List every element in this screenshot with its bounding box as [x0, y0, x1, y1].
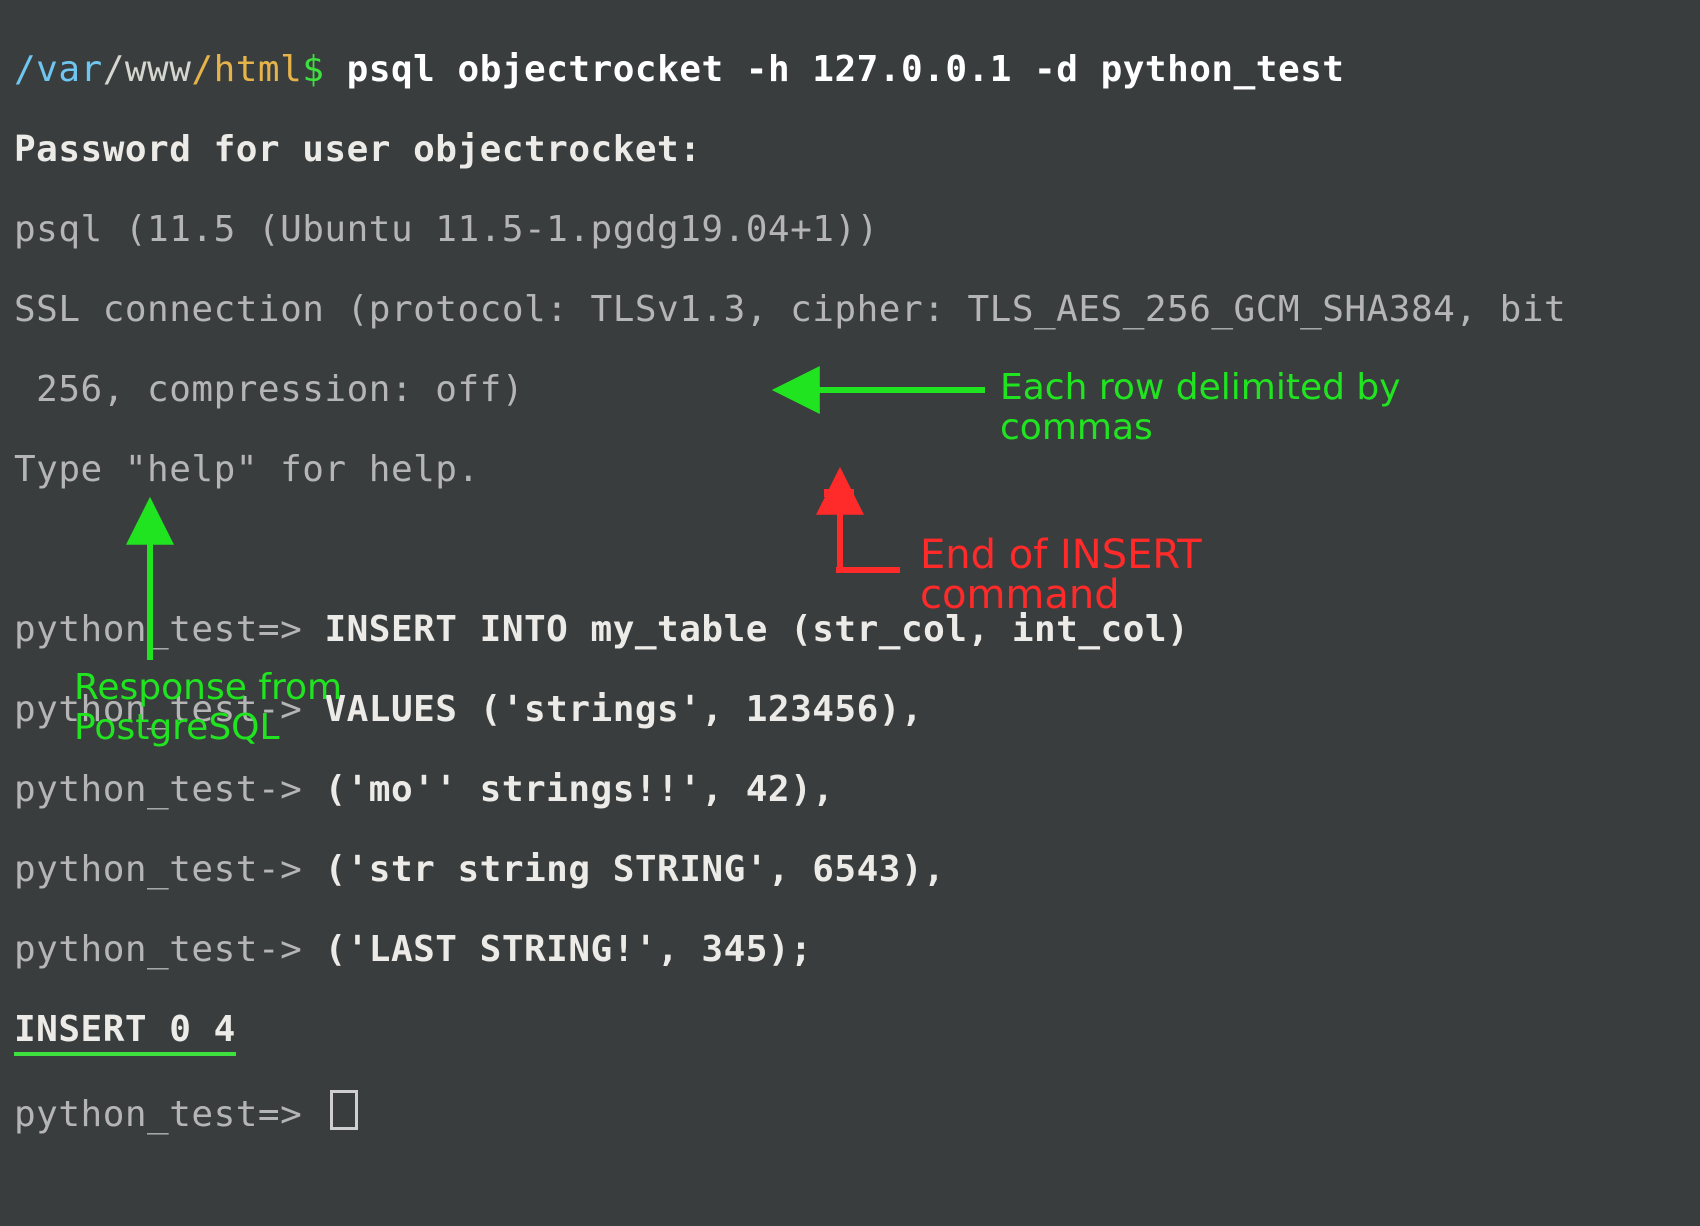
sql-line-4: python_test-> ('str string STRING', 6543… — [14, 850, 1686, 890]
help-line: Type "help" for help. — [14, 450, 1686, 490]
sql-line-5: python_test-> ('LAST STRING!', 345); — [14, 930, 1686, 970]
final-prompt-line[interactable]: python_test=> — [14, 1090, 1686, 1135]
insert-response: INSERT 0 4 — [14, 1009, 236, 1056]
sql-line-1: python_test=> INSERT INTO my_table (str_… — [14, 610, 1686, 650]
ssl-line-2: 256, compression: off) — [14, 370, 1686, 410]
sql-text-2: VALUES ('strings', 123456), — [324, 689, 923, 730]
sql-text-1: INSERT INTO my_table (str_col, int_col) — [324, 609, 1189, 650]
password-line: Password for user objectrocket: — [14, 130, 1686, 170]
path-www: /www — [103, 49, 192, 90]
insert-response-line: INSERT 0 4 — [14, 1010, 1686, 1050]
cursor-icon — [330, 1090, 358, 1130]
psql-prompt-cont: python_test-> — [14, 929, 324, 970]
sql-text-5: ('LAST STRING!', 345); — [324, 929, 812, 970]
terminal[interactable]: /var/www/html$ psql objectrocket -h 127.… — [0, 0, 1700, 1185]
sql-line-2: python_test-> VALUES ('strings', 123456)… — [14, 690, 1686, 730]
sql-line-3: python_test-> ('mo'' strings!!', 42), — [14, 770, 1686, 810]
ssl-line-1: SSL connection (protocol: TLSv1.3, ciphe… — [14, 290, 1686, 330]
psql-version-line: psql (11.5 (Ubuntu 11.5-1.pgdg19.04+1)) — [14, 210, 1686, 250]
blank-line — [14, 530, 1686, 570]
path-var: /var — [14, 49, 103, 90]
psql-prompt-cont: python_test-> — [14, 689, 324, 730]
psql-prompt-eq: python_test=> — [14, 1094, 324, 1135]
psql-prompt-cont: python_test-> — [14, 769, 324, 810]
path-html: /html — [191, 49, 302, 90]
semicolon-underline-icon — [824, 489, 854, 497]
shell-prompt-line[interactable]: /var/www/html$ psql objectrocket -h 127.… — [14, 50, 1686, 90]
sql-text-4: ('str string STRING', 6543), — [324, 849, 945, 890]
sql-text-3: ('mo'' strings!!', 42), — [324, 769, 834, 810]
psql-prompt-cont: python_test-> — [14, 849, 324, 890]
prompt-dollar: $ — [302, 49, 324, 90]
psql-prompt-eq: python_test=> — [14, 609, 324, 650]
shell-command: psql objectrocket -h 127.0.0.1 -d python… — [347, 49, 1345, 90]
